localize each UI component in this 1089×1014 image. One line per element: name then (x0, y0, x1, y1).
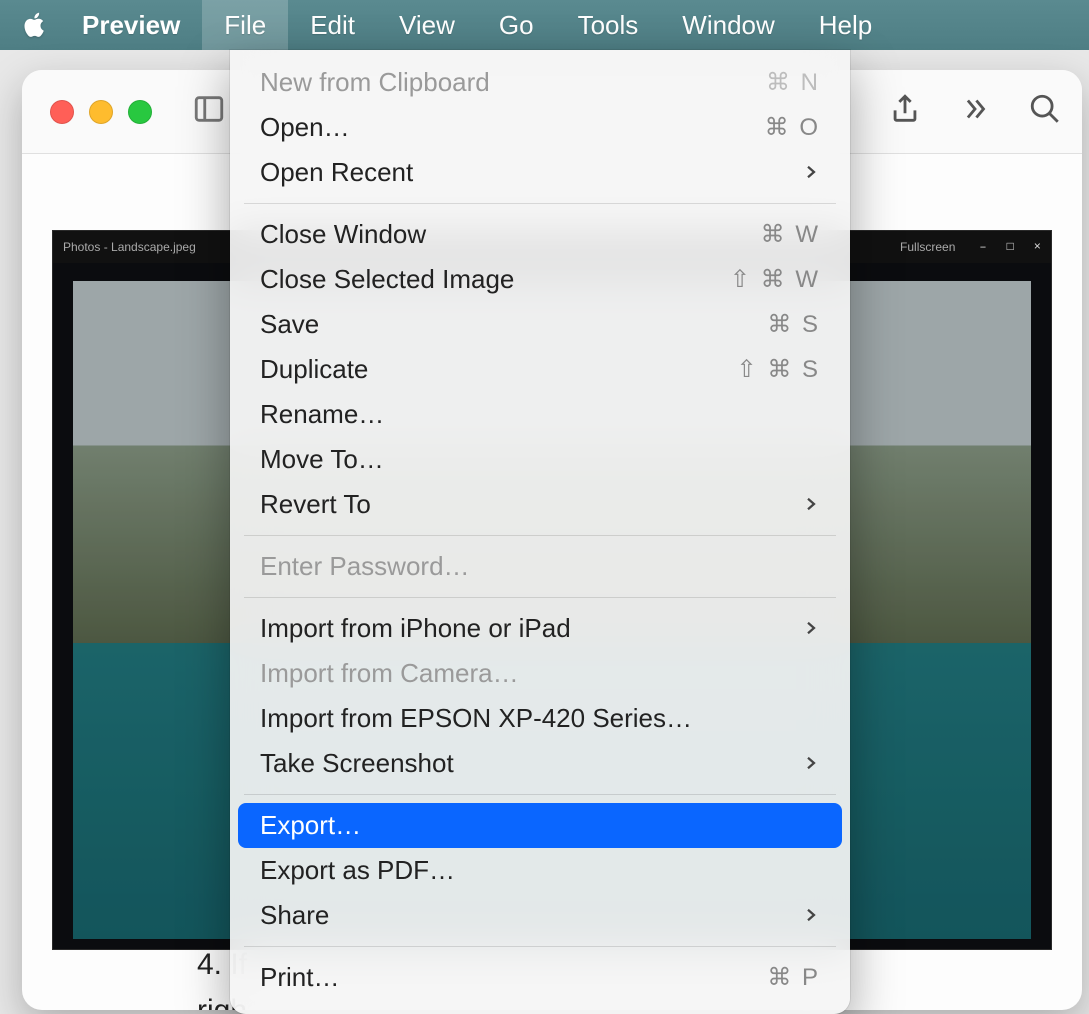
menu-item-export-as-pdf[interactable]: Export as PDF… (230, 848, 850, 893)
apple-menu[interactable] (10, 10, 60, 40)
apple-logo-icon (20, 10, 50, 40)
menu-item-close-window[interactable]: Close Window⌘ W (230, 212, 850, 257)
menu-item-label: Share (260, 900, 800, 931)
menu-item-label: New from Clipboard (260, 67, 766, 98)
menubar-app-name[interactable]: Preview (60, 0, 202, 50)
menu-separator (244, 946, 836, 947)
menu-item-enter-password: Enter Password… (230, 544, 850, 589)
menu-item-label: Enter Password… (260, 551, 820, 582)
menu-item-import-from-epson-xp-420-series[interactable]: Import from EPSON XP-420 Series… (230, 696, 850, 741)
menubar-item-view[interactable]: View (377, 0, 477, 50)
menu-item-shortcut: ⌘ N (766, 68, 820, 97)
menu-item-shortcut: ⇧ ⌘ S (737, 355, 820, 384)
menu-item-label: Export… (260, 810, 820, 841)
menu-item-label: Export as PDF… (260, 855, 820, 886)
menu-item-label: Close Selected Image (260, 264, 730, 295)
menu-item-label: Print… (260, 962, 767, 993)
menu-item-label: Close Window (260, 219, 761, 250)
submenu-chevron-icon (800, 489, 820, 520)
menu-item-rename[interactable]: Rename… (230, 392, 850, 437)
menu-item-shortcut: ⌘ P (767, 963, 820, 992)
menu-item-label: Open… (260, 112, 765, 143)
menu-item-new-from-clipboard: New from Clipboard⌘ N (230, 60, 850, 105)
menu-item-label: Revert To (260, 489, 800, 520)
menubar-item-go[interactable]: Go (477, 0, 556, 50)
menu-item-close-selected-image[interactable]: Close Selected Image⇧ ⌘ W (230, 257, 850, 302)
menu-item-shortcut: ⌘ W (761, 220, 820, 249)
menu-item-save[interactable]: Save⌘ S (230, 302, 850, 347)
submenu-chevron-icon (800, 900, 820, 931)
menu-item-duplicate[interactable]: Duplicate⇧ ⌘ S (230, 347, 850, 392)
chevrons-right-icon (958, 92, 992, 126)
menu-item-label: Save (260, 309, 767, 340)
submenu-chevron-icon (800, 748, 820, 779)
search-icon (1028, 92, 1062, 126)
menubar-item-help[interactable]: Help (797, 0, 894, 50)
embedded-window-controls: –□× (979, 240, 1041, 254)
menu-item-shortcut: ⌘ O (765, 113, 820, 142)
menu-item-move-to[interactable]: Move To… (230, 437, 850, 482)
traffic-lights (50, 100, 152, 124)
menu-item-share[interactable]: Share (230, 893, 850, 938)
menu-separator (244, 203, 836, 204)
menu-separator (244, 597, 836, 598)
menu-item-shortcut: ⌘ S (767, 310, 820, 339)
share-button[interactable] (888, 92, 922, 131)
embedded-tab-title: Photos - Landscape.jpeg (63, 240, 196, 254)
embedded-tab-fullscreen: Fullscreen (900, 240, 955, 254)
sidebar-icon (192, 92, 226, 126)
file-menu-dropdown: New from Clipboard⌘ NOpen…⌘ OOpen Recent… (230, 50, 850, 1014)
menu-item-label: Import from iPhone or iPad (260, 613, 800, 644)
menu-item-label: Rename… (260, 399, 820, 430)
close-window-button[interactable] (50, 100, 74, 124)
menubar-item-window[interactable]: Window (660, 0, 796, 50)
menu-item-label: Import from EPSON XP-420 Series… (260, 703, 820, 734)
menu-item-label: Import from Camera… (260, 658, 820, 689)
sidebar-toggle-button[interactable] (192, 92, 226, 131)
menu-item-label: Duplicate (260, 354, 737, 385)
search-button[interactable] (1028, 92, 1062, 131)
submenu-chevron-icon (800, 613, 820, 644)
toolbar-overflow-button[interactable] (958, 92, 992, 131)
menu-item-import-from-camera: Import from Camera… (230, 651, 850, 696)
menubar-item-file[interactable]: File (202, 0, 288, 50)
maximize-window-button[interactable] (128, 100, 152, 124)
menubar-item-edit[interactable]: Edit (288, 0, 377, 50)
share-icon (888, 92, 922, 126)
menu-item-import-from-iphone-or-ipad[interactable]: Import from iPhone or iPad (230, 606, 850, 651)
menu-item-label: Open Recent (260, 157, 800, 188)
menu-item-take-screenshot[interactable]: Take Screenshot (230, 741, 850, 786)
menu-item-label: Move To… (260, 444, 820, 475)
menu-item-open-recent[interactable]: Open Recent (230, 150, 850, 195)
submenu-chevron-icon (800, 157, 820, 188)
menu-item-print[interactable]: Print…⌘ P (230, 955, 850, 1000)
menu-separator (244, 535, 836, 536)
minimize-window-button[interactable] (89, 100, 113, 124)
menu-separator (244, 794, 836, 795)
menu-item-revert-to[interactable]: Revert To (230, 482, 850, 527)
menu-item-shortcut: ⇧ ⌘ W (730, 265, 820, 294)
menubar: Preview File Edit View Go Tools Window H… (0, 0, 1089, 50)
menu-item-open[interactable]: Open…⌘ O (230, 105, 850, 150)
menubar-item-tools[interactable]: Tools (556, 0, 661, 50)
menu-item-export[interactable]: Export… (238, 803, 842, 848)
menu-item-label: Take Screenshot (260, 748, 800, 779)
